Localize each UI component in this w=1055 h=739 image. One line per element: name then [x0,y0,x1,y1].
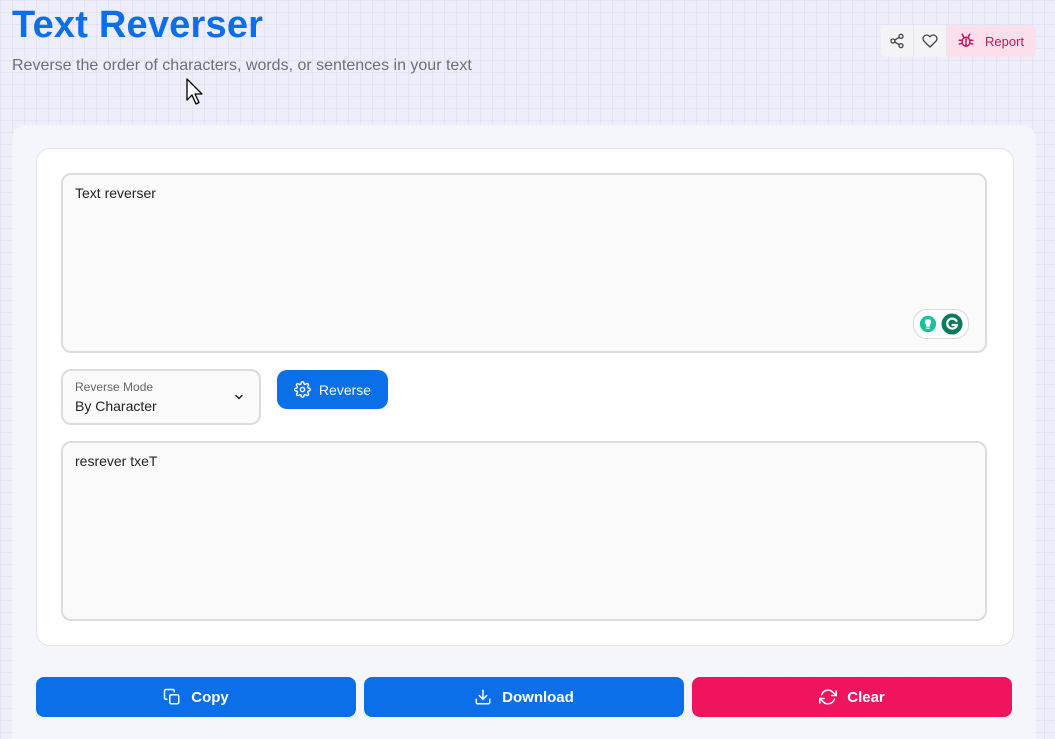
copy-button[interactable]: Copy [36,677,356,717]
download-icon [475,689,491,705]
reverse-mode-label: Reverse Mode [75,380,154,394]
page-title: Text Reverser [12,4,264,46]
reverse-mode-value: By Character [75,398,157,414]
editor-card: Text reverser Reverse Mode By Character [36,148,1014,646]
download-button[interactable]: Download [364,677,684,717]
reverse-button-label: Reverse [318,381,372,398]
copy-icon [164,688,180,705]
refresh-icon [819,689,838,705]
download-button-label: Download [502,688,574,706]
bug-icon [958,33,974,47]
output-textarea[interactable]: resrever txeT [61,441,987,621]
page-subtitle: Reverse the order of characters, words, … [12,57,472,74]
report-button[interactable]: Report [946,25,1036,57]
tool-panel: Text reverser Reverse Mode By Character [12,125,1036,739]
output-text: resrever txeT [75,453,158,469]
chevron-down-icon [235,394,243,400]
reverse-button[interactable]: Reverse [277,370,388,409]
share-icon [890,33,904,49]
clear-button-label: Clear [847,688,885,706]
reverse-mode-select[interactable]: Reverse Mode By Character [61,369,261,425]
share-button[interactable] [880,25,914,57]
heart-icon [922,34,938,48]
mouse-cursor-icon [186,78,203,105]
grammarly-badge[interactable] [913,309,969,339]
input-textarea[interactable]: Text reverser [61,173,987,353]
top-actions: Report [880,25,1036,57]
clear-button[interactable]: Clear [692,677,1012,717]
lightbulb-icon [919,315,937,333]
gear-icon [293,381,311,398]
report-label: Report [984,33,1024,49]
input-text: Text reverser [75,185,156,201]
copy-button-label: Copy [191,688,229,706]
favorite-button[interactable] [913,25,947,57]
grammarly-icon [941,313,963,335]
